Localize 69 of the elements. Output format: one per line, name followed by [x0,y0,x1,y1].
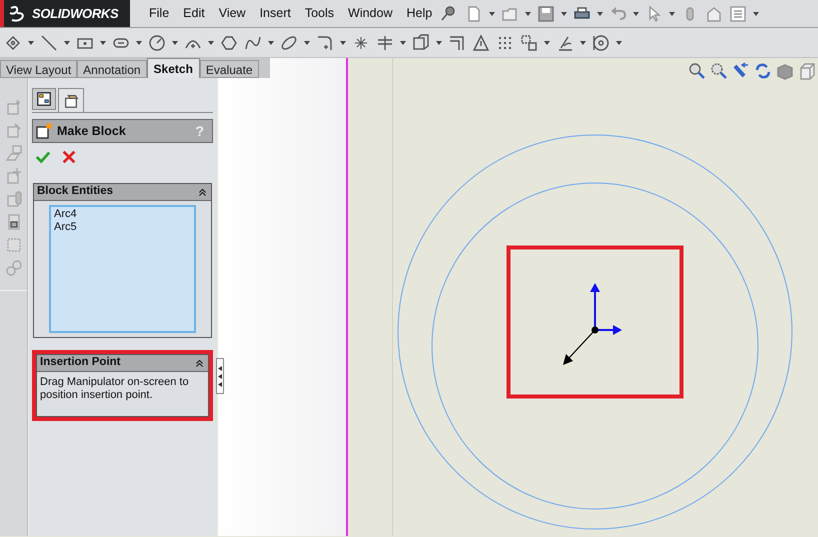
tab[interactable]: Sketch [146,58,200,78]
pin-icon[interactable] [439,4,458,22]
selection-list[interactable]: Arc4 Arc5 [49,205,196,333]
panel-collapse-handle[interactable] [216,358,224,394]
convert-entities-icon[interactable] [412,34,430,52]
caret-icon[interactable] [525,12,532,16]
caret-icon[interactable] [616,40,622,44]
caret-icon[interactable] [64,40,70,44]
group-title: Insertion Point [40,355,122,370]
feature-manager-tab[interactable] [32,88,56,110]
save-icon[interactable] [537,4,556,22]
caret-icon[interactable] [561,12,568,16]
checkmark-icon[interactable] [35,149,51,165]
circle-icon[interactable] [148,34,166,52]
mirror-icon[interactable] [376,34,394,52]
menu-item[interactable]: Edit [176,0,212,27]
menu-item[interactable]: Help [400,0,440,27]
panel-title: Make Block [57,122,127,140]
caret-icon[interactable] [580,40,586,44]
caret-icon[interactable] [669,12,676,16]
menu-item[interactable]: Window [341,0,400,27]
polygon-icon[interactable] [220,34,238,52]
caret-icon[interactable] [436,40,442,44]
zoom-to-area-icon[interactable] [710,62,728,80]
insertion-point-manipulator[interactable] [563,283,622,365]
caret-icon[interactable] [28,40,34,44]
tab[interactable]: Evaluate [200,60,259,78]
offset-icon[interactable] [448,34,466,52]
tree-icon [36,91,52,107]
caret-icon[interactable] [633,12,640,16]
caret-icon[interactable] [544,40,550,44]
caret-icon[interactable] [268,40,274,44]
close-icon[interactable] [61,149,77,165]
smart-dimension-icon[interactable] [4,34,22,52]
caret-icon[interactable] [753,12,760,16]
instruction-text: Drag Manipulator on-screen to position insertion point. [39,375,190,403]
collapse-icon[interactable] [194,358,205,368]
caret-icon[interactable] [597,12,604,16]
caret-icon[interactable] [340,40,346,44]
make-block-icon [35,122,53,140]
property-manager-tab[interactable] [58,88,84,112]
caret-icon[interactable] [208,40,214,44]
list-item[interactable]: Arc4 [54,208,191,221]
line-icon[interactable] [40,34,58,52]
caret-icon[interactable] [172,40,178,44]
list-icon[interactable] [729,4,748,22]
menu-item[interactable]: Insert [252,0,298,27]
caret-icon[interactable] [136,40,142,44]
list-item[interactable]: Arc5 [54,221,191,234]
rebuild-icon[interactable] [754,62,772,80]
ellipse-icon[interactable] [280,34,298,52]
caret-icon[interactable] [100,40,106,44]
caret-icon[interactable] [489,12,496,16]
tab[interactable]: Annotation [77,60,147,78]
previous-view-icon[interactable] [732,62,750,80]
menu-item[interactable]: View [212,0,253,27]
menu-item[interactable]: File [142,0,176,27]
fillet-icon[interactable] [316,34,334,52]
caret-icon[interactable] [304,40,310,44]
quick-snaps-icon[interactable] [592,34,610,52]
collapse-icon[interactable] [197,186,208,198]
zoom-to-fit-icon[interactable] [688,62,706,80]
app-logo: SOLIDWORKS [32,4,118,23]
move-entities-icon[interactable] [520,34,538,52]
menu-item[interactable]: Tools [298,0,342,27]
tab[interactable]: View Layout [0,60,78,78]
warning-icon[interactable] [472,34,490,52]
caret-icon[interactable] [400,40,406,44]
group-title: Block Entities [37,184,114,200]
